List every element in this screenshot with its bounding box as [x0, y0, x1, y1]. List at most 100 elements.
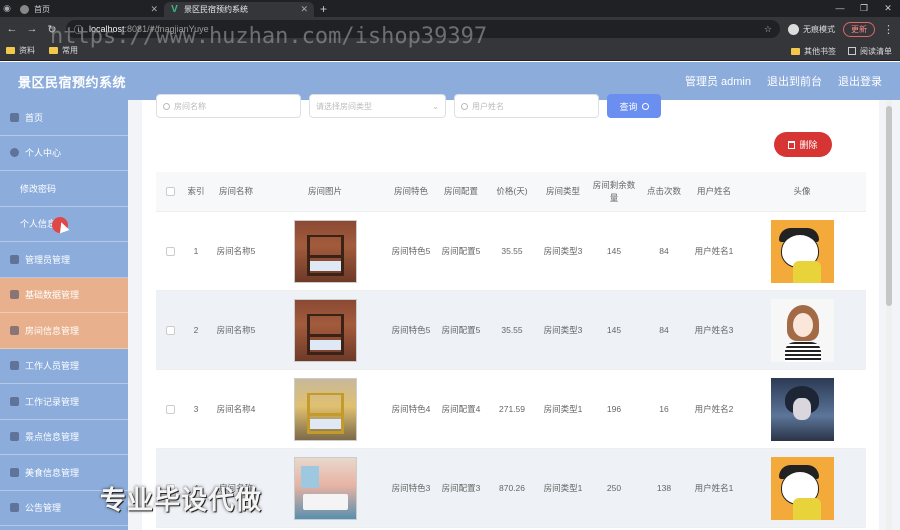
- globe-icon: [20, 5, 29, 14]
- cell-room-name: 房间名称5: [216, 245, 256, 256]
- sidebar-item-label: 房间信息管理: [25, 325, 80, 336]
- user-avatar[interactable]: [770, 298, 834, 362]
- table-row[interactable]: 3 房间名称4 房间特色4 房间配置4 271.59 房间类型1 196 16 …: [156, 370, 866, 449]
- table-row[interactable]: 2 房间名称5 房间特色5 房间配置5 35.55 房间类型3 145 84 用…: [156, 291, 866, 370]
- sidebar-item-label: 基础数据管理: [25, 290, 80, 301]
- room-image[interactable]: [293, 298, 357, 362]
- close-tab-icon[interactable]: ✕: [150, 4, 158, 15]
- restore-icon[interactable]: ❐: [852, 0, 876, 17]
- cell-config: 房间配置5: [441, 324, 481, 335]
- close-window-icon[interactable]: ✕: [876, 0, 900, 17]
- other-bookmarks[interactable]: 其他书签: [791, 46, 836, 57]
- scrollbar-thumb[interactable]: [886, 106, 892, 306]
- new-tab-button[interactable]: +: [314, 2, 333, 17]
- cell-price: 35.55: [501, 245, 523, 256]
- room-table: 索引 房间名称 房间图片 房间特色 房间配置 价格(天) 房间类型 房间剩余数量…: [156, 172, 866, 528]
- vertical-scrollbar[interactable]: [886, 100, 892, 530]
- sidebar-item-scenic-spots[interactable]: 景点信息管理: [0, 420, 128, 455]
- room-type-select[interactable]: 请选择房间类型 ⌄: [309, 94, 446, 118]
- incognito-icon: [788, 23, 799, 35]
- room-type-placeholder: 请选择房间类型: [316, 101, 372, 111]
- bed-icon: [10, 325, 19, 335]
- vue-logo-icon: V: [171, 4, 178, 15]
- more-menu-icon[interactable]: ⋮: [883, 23, 894, 36]
- back-to-front-link[interactable]: 退出到前台: [767, 73, 822, 89]
- sidebar-item-work-records[interactable]: 工作记录管理: [0, 384, 128, 420]
- slogan-watermark: 专业毕设代做: [100, 486, 263, 516]
- logout-link[interactable]: 退出登录: [838, 73, 882, 89]
- browser-tabbar: ◉ 首页 ✕ V 景区民宿预约系统 ✕ + — ❐ ✕: [0, 0, 900, 17]
- cell-room-name: 房间名称4: [216, 403, 256, 414]
- cell-user-name: 用户姓名1: [694, 482, 734, 493]
- sidebar-item-label: 个人中心: [25, 148, 62, 159]
- list-icon: [10, 467, 19, 477]
- room-name-input[interactable]: 房间名称: [156, 94, 301, 118]
- chevron-down-icon: ⌄: [432, 101, 439, 111]
- incognito-indicator[interactable]: 无痕模式: [788, 23, 835, 35]
- header-room-type: 房间类型: [545, 186, 580, 196]
- window-controls: — ❐ ✕: [828, 0, 900, 17]
- back-arrow-icon[interactable]: ←: [6, 23, 18, 35]
- header-avatar: 头像: [793, 186, 811, 196]
- bookmark-folder[interactable]: 资料: [6, 45, 35, 56]
- row-checkbox[interactable]: [165, 246, 175, 256]
- row-checkbox[interactable]: [165, 325, 175, 335]
- bookmark-star-icon[interactable]: ☆: [764, 24, 772, 35]
- sidebar-item-room-info[interactable]: 房间信息管理: [0, 313, 128, 349]
- tab-system[interactable]: V 景区民宿预约系统 ✕: [164, 2, 314, 17]
- table-row[interactable]: 4 房间名称 房间特色3 房间配置3 870.26 房间类型1 250 138 …: [156, 449, 866, 528]
- room-image[interactable]: [293, 456, 357, 520]
- user-avatar[interactable]: [770, 377, 834, 441]
- cell-index: 1: [193, 245, 199, 256]
- sidebar-item-admin-management[interactable]: 管理员管理: [0, 242, 128, 278]
- cell-user-name: 用户姓名3: [694, 324, 734, 335]
- database-icon: [10, 290, 19, 300]
- browser-menu-icon[interactable]: ◉: [0, 0, 14, 17]
- home-icon: [10, 112, 19, 122]
- sidebar-item-profile-center[interactable]: 个人中心: [0, 136, 128, 171]
- room-image[interactable]: [293, 219, 357, 283]
- minimize-icon[interactable]: —: [828, 0, 852, 17]
- update-button[interactable]: 更新: [843, 21, 875, 37]
- cell-room-name: 房间名称5: [216, 324, 256, 335]
- folder-icon: [6, 47, 15, 54]
- search-icon: [461, 102, 468, 110]
- user-avatar[interactable]: [770, 219, 834, 283]
- forward-arrow-icon[interactable]: →: [26, 23, 38, 35]
- user-avatar[interactable]: [770, 456, 834, 520]
- reading-list[interactable]: 阅读清单: [848, 46, 892, 57]
- cell-room-type: 房间类型1: [543, 403, 583, 414]
- user-name-placeholder: 用户姓名: [472, 101, 504, 111]
- header-clicks: 点击次数: [646, 186, 681, 196]
- bookmark-label: 阅读清单: [860, 46, 892, 56]
- cell-index: 3: [193, 403, 199, 414]
- header-feature: 房间特色: [393, 186, 428, 196]
- close-tab-icon[interactable]: ✕: [300, 4, 308, 15]
- sidebar-item-base-data[interactable]: 基础数据管理: [0, 277, 128, 313]
- trash-icon: [788, 140, 796, 149]
- sidebar-item-change-password[interactable]: 修改密码: [0, 171, 128, 207]
- cell-clicks: 84: [659, 245, 669, 256]
- table-row[interactable]: 1 房间名称5 房间特色5 房间配置5 35.55 房间类型3 145 84 用…: [156, 212, 866, 291]
- sidebar-item-label: 公告管理: [25, 503, 62, 514]
- select-all-checkbox[interactable]: [165, 187, 175, 196]
- cell-room-type: 房间类型3: [543, 245, 583, 256]
- room-image[interactable]: [293, 377, 357, 441]
- notice-icon: [10, 503, 19, 513]
- tab-title: 首页: [34, 5, 50, 14]
- sidebar-item-staff[interactable]: 工作人员管理: [0, 349, 128, 384]
- cell-room-type: 房间类型1: [543, 482, 583, 493]
- sidebar-item-home[interactable]: 首页: [0, 100, 128, 136]
- tab-home[interactable]: 首页 ✕: [14, 2, 164, 17]
- user-name-input[interactable]: 用户姓名: [454, 94, 599, 118]
- bookmark-label: 其他书签: [804, 46, 836, 56]
- header-index: 索引: [187, 186, 205, 196]
- row-checkbox[interactable]: [165, 404, 175, 414]
- sidebar-item-label: 工作人员管理: [25, 361, 80, 372]
- cell-index: 2: [193, 324, 199, 335]
- header-config: 房间配置: [443, 186, 478, 196]
- send-icon: [10, 432, 19, 442]
- delete-button[interactable]: 删除: [774, 132, 832, 157]
- cell-clicks: 138: [656, 482, 672, 493]
- search-button[interactable]: 查询: [607, 94, 661, 118]
